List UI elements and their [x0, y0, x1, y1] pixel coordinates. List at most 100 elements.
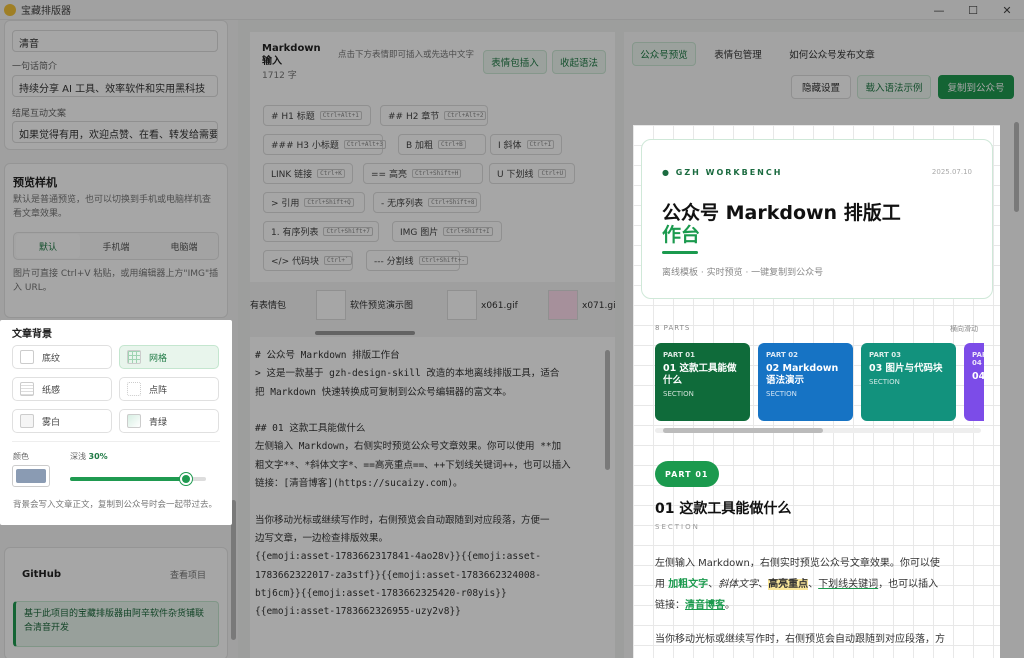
intro-input[interactable]: 持续分享 AI 工具、效率软件和实用黑科技: [12, 75, 218, 97]
close-button[interactable]: ✕: [990, 0, 1024, 20]
toolbar-button[interactable]: </> 代码块 Ctrl+`: [263, 250, 353, 271]
part-sub: SECTION: [663, 390, 694, 398]
highlight-text: 高亮重点: [768, 579, 809, 590]
bg-option-label: 青绿: [149, 417, 168, 428]
bg-option-dots[interactable]: 点阵: [119, 377, 219, 401]
seg-mobile[interactable]: 手机端: [84, 234, 148, 258]
toolbar-button[interactable]: > 引用 Ctrl+Shift+Q: [263, 192, 365, 213]
part-title: 04: [972, 371, 986, 382]
toolbar-button[interactable]: IMG 图片 Ctrl+Shift+I: [392, 221, 502, 242]
toolbar-button-label: - 无序列表: [381, 199, 424, 209]
depth-label: 深浅 30%: [70, 451, 108, 462]
file-strip-scrollbar[interactable]: [315, 331, 415, 335]
part-card[interactable]: PART 04 04: [964, 343, 992, 421]
toolbar-button[interactable]: U 下划线 Ctrl+U: [489, 163, 575, 184]
load-sample-button[interactable]: 载入语法示例: [857, 75, 931, 99]
shortcut-key: Ctrl+U: [538, 169, 567, 178]
toolbar-button[interactable]: --- 分割线 Ctrl+Shift+-: [366, 250, 468, 271]
bg-option-grid[interactable]: 网格: [119, 345, 219, 369]
part-num: PART 04: [972, 351, 992, 367]
part-card[interactable]: PART 01 01 这款工具能做什么 SECTION: [655, 343, 750, 421]
wechat-article-preview: ● GZH WORKBENCH 2025.07.10 公众号 Markdown …: [633, 125, 1000, 658]
hero-date: 2025.07.10: [931, 168, 972, 176]
article-paragraph-2: 当你移动光标或继续写作时，右侧预览会自动跟随到对应段落，方: [655, 634, 945, 645]
depth-label-text: 深浅: [70, 452, 86, 461]
title-bar: 宝藏排版器 — ☐ ✕: [0, 0, 1024, 20]
part-card[interactable]: PART 03 03 图片与代码块 SECTION: [861, 343, 956, 421]
tab-preview[interactable]: 公众号预览: [632, 42, 696, 66]
part-num: PART 02: [766, 351, 798, 359]
editor-line: 边写文章，一边检查排版效果。: [255, 532, 389, 544]
emoji-insert-button[interactable]: 表情包插入: [483, 50, 547, 74]
markdown-title: Markdown 输入: [262, 43, 321, 67]
part-card[interactable]: PART 02 02 Markdown 语法演示 SECTION: [758, 343, 853, 421]
hero-brand: ● GZH WORKBENCH: [662, 168, 783, 177]
hide-settings-button[interactable]: 隐藏设置: [791, 75, 851, 99]
toolbar-button[interactable]: # H1 标题 Ctrl+Alt+1: [263, 105, 371, 126]
section-title: 01 这款工具能做什么: [655, 501, 792, 517]
underline-text: 下划线关键词: [818, 579, 879, 590]
collapse-syntax-button[interactable]: 收起语法: [552, 50, 606, 74]
bg-option-teal[interactable]: 青绿: [119, 409, 219, 433]
shortcut-key: Ctrl+I: [526, 140, 555, 149]
depth-slider-fill: [70, 477, 187, 481]
file-thumb-2[interactable]: [447, 290, 477, 320]
bg-option-texture[interactable]: 底纹: [12, 345, 112, 369]
file-thumb-3[interactable]: [548, 290, 578, 320]
tab-emoji-manage[interactable]: 表情包管理: [704, 42, 772, 66]
file-3[interactable]: x071.gi: [582, 299, 616, 313]
p1-text-c: ，也可以插入: [878, 579, 939, 590]
file-thumb-1[interactable]: [316, 290, 346, 320]
shortcut-key: Ctrl+Alt+3: [343, 140, 386, 149]
bg-option-paper[interactable]: 纸感: [12, 377, 112, 401]
toolbar-button-label: --- 分割线: [374, 257, 414, 267]
shortcut-key: Ctrl+Alt+2: [444, 111, 487, 120]
author-input[interactable]: 清音: [12, 30, 218, 52]
preview-device-desc: 默认是普通预览，也可以切换到手机或电脑样机查看文章效果。: [13, 195, 212, 219]
minimize-button[interactable]: —: [922, 0, 956, 20]
toolbar-button-label: ## H2 章节: [388, 112, 440, 122]
copy-to-wechat-button[interactable]: 复制到公众号: [938, 75, 1014, 99]
app-logo-icon: [4, 3, 16, 16]
editor-scrollbar[interactable]: [605, 350, 610, 470]
parts-scrollbar-thumb[interactable]: [663, 428, 823, 433]
bg-option-mist[interactable]: 雾白: [12, 409, 112, 433]
tab-publish-guide[interactable]: 如何公众号发布文章: [780, 42, 884, 66]
toolbar-button[interactable]: I 斜体 Ctrl+I: [490, 134, 562, 155]
markdown-editor[interactable]: # 公众号 Markdown 排版工作台 > 这是一款基于 gzh-design-…: [255, 347, 595, 647]
endtext-input[interactable]: 如果觉得有用，欢迎点赞、在看、转发给需要: [12, 121, 218, 143]
toolbar-button[interactable]: - 无序列表 Ctrl+Shift+8: [373, 192, 481, 213]
toolbar-button-label: IMG 图片: [400, 228, 439, 238]
preview-scrollbar[interactable]: [1014, 122, 1019, 212]
toolbar-button[interactable]: B 加粗 Ctrl+B: [398, 134, 486, 155]
file-1[interactable]: 软件预览演示图: [350, 299, 413, 313]
toolbar-button-label: </> 代码块: [271, 257, 319, 267]
color-picker[interactable]: [12, 465, 50, 487]
parts-scrollbar-track[interactable]: [655, 428, 981, 433]
depth-value: 30%: [88, 452, 108, 461]
toolbar-button-label: ### H3 小标题: [271, 141, 339, 151]
github-note: 基于此项目的宝藏排版器由阿辛软件杂货铺联合清音开发: [13, 601, 219, 647]
file-0[interactable]: 有表情包: [250, 299, 286, 313]
seg-desktop[interactable]: 电脑端: [152, 234, 216, 258]
teal-swatch-icon: [127, 414, 141, 428]
shortcut-key: Ctrl+Alt+1: [319, 111, 362, 120]
texture-swatch-icon: [20, 350, 34, 364]
editor-line: ## 01 这款工具能做什么: [255, 423, 366, 435]
maximize-button[interactable]: ☐: [956, 0, 990, 20]
p1-text-e: 。: [725, 600, 735, 611]
article-paragraph-1: 左侧输入 Markdown，右侧实时预览公众号文章效果。你可以使 用 加粗文字、…: [655, 553, 990, 616]
toolbar-button[interactable]: LINK 链接 Ctrl+K: [263, 163, 353, 184]
github-link[interactable]: 查看项目: [170, 569, 206, 583]
article-link[interactable]: 清音博客: [685, 600, 725, 611]
depth-slider-handle[interactable]: [180, 473, 193, 485]
file-2[interactable]: x061.gif: [481, 299, 518, 313]
seg-default[interactable]: 默认: [16, 234, 80, 258]
toolbar-button[interactable]: 1. 有序列表 Ctrl+Shift+7: [263, 221, 379, 242]
toolbar-button[interactable]: == 高亮 Ctrl+Shift+H: [363, 163, 483, 184]
toolbar-button[interactable]: ## H2 章节 Ctrl+Alt+2: [380, 105, 488, 126]
editor-line: {{emoji:asset-1783662317841-4ao28v}}{{em…: [255, 551, 541, 563]
bg-option-label: 网格: [149, 353, 168, 364]
toolbar-button[interactable]: ### H3 小标题 Ctrl+Alt+3: [263, 134, 386, 155]
